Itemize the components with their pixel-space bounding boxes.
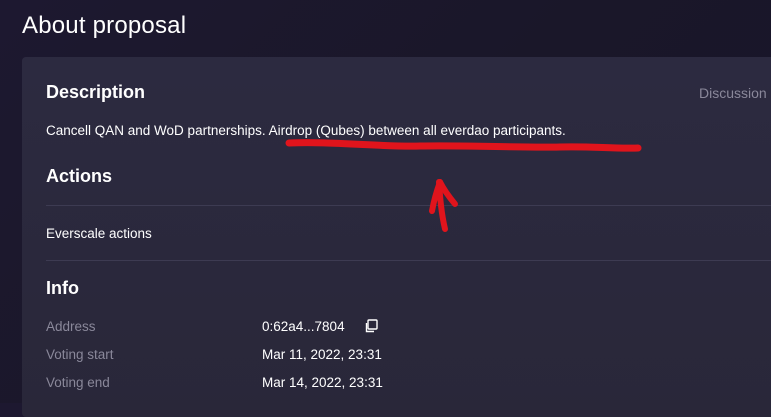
page-title: About proposal [22, 12, 187, 39]
discussion-link[interactable]: Discussion [699, 85, 767, 101]
description-heading: Description [46, 82, 146, 102]
description-text: Cancell QAN and WoD partnerships. Airdro… [46, 123, 566, 138]
info-label-address: Address [46, 319, 96, 334]
voting-end-value: Mar 14, 2022, 23:31 [262, 375, 383, 390]
divider [46, 260, 771, 261]
info-label-voting-start: Voting start [46, 347, 114, 362]
info-label-voting-end: Voting end [46, 375, 110, 390]
divider [46, 205, 771, 206]
address-value: 0:62a4...7804 [262, 319, 345, 334]
action-item-everscale[interactable]: Everscale actions [46, 226, 152, 241]
actions-heading: Actions [46, 166, 113, 186]
voting-start-value: Mar 11, 2022, 23:31 [262, 347, 382, 362]
info-heading: Info [46, 278, 79, 298]
proposal-card: Description Discussion Cancell QAN and W… [22, 57, 771, 417]
copy-icon[interactable] [364, 319, 378, 333]
